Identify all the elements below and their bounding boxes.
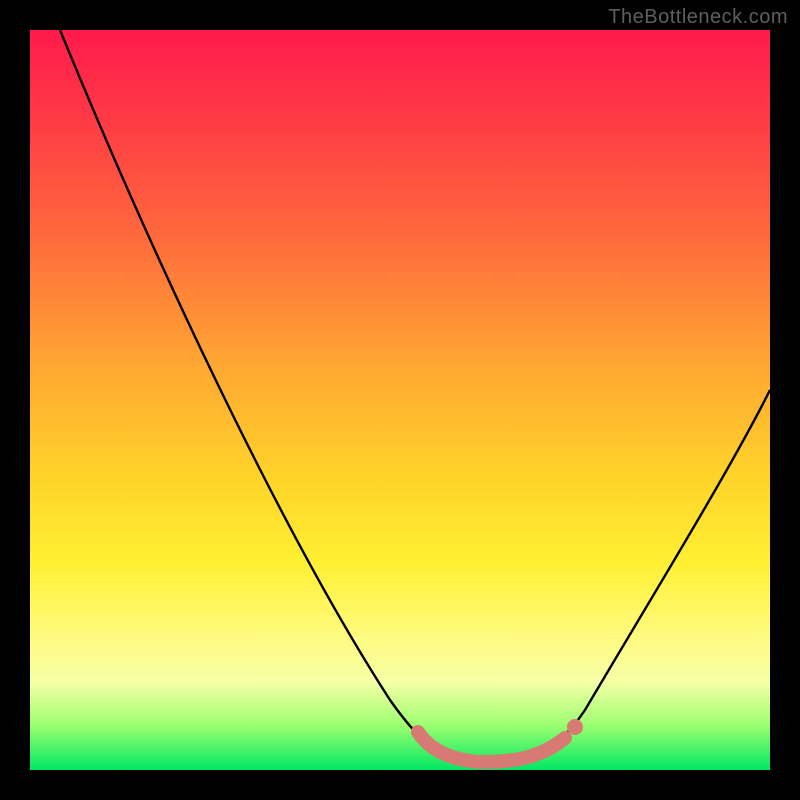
plot-area <box>30 30 770 770</box>
highlight-dot <box>567 719 583 735</box>
highlight-min <box>418 732 565 762</box>
bottleneck-curve <box>60 30 770 765</box>
curve-layer <box>30 30 770 770</box>
watermark-text: TheBottleneck.com <box>608 6 788 29</box>
chart-frame: TheBottleneck.com <box>0 0 800 800</box>
